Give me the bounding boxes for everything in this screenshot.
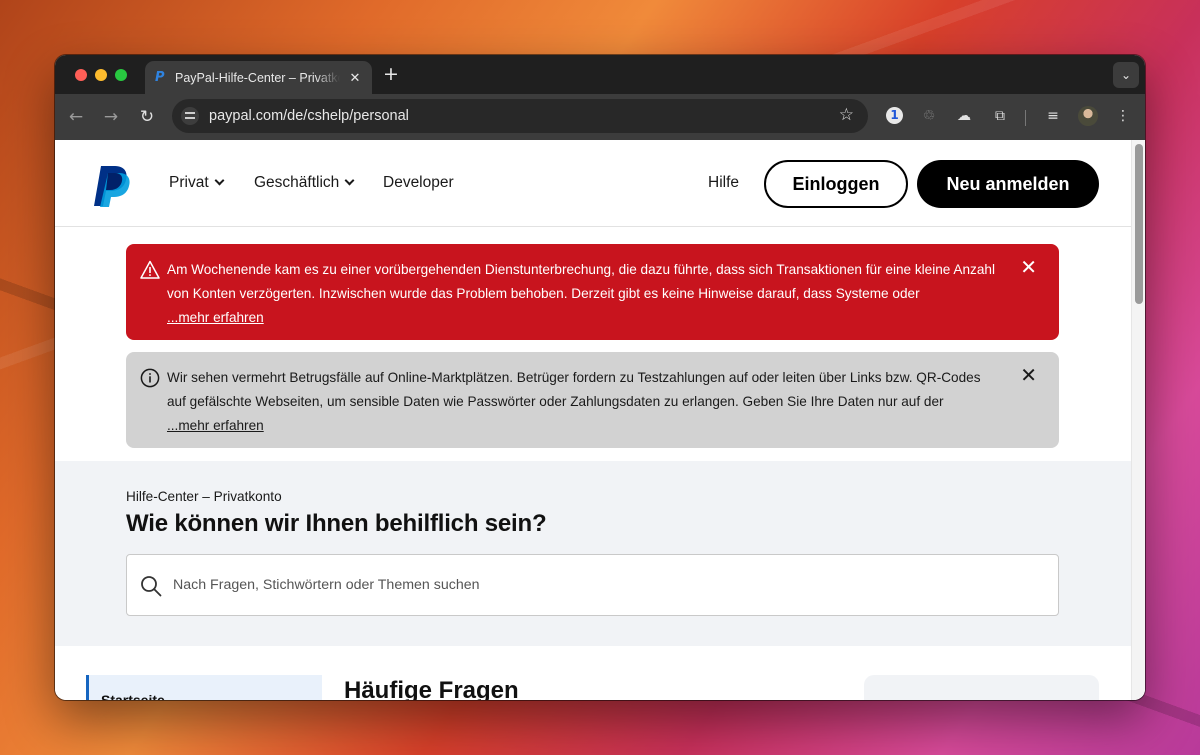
signup-button[interactable]: Neu anmelden (917, 160, 1099, 208)
nav-developer-link[interactable]: Developer (383, 174, 454, 192)
paypal-logo-icon[interactable] (93, 164, 133, 208)
site-header: Privat Geschäftlich Developer Hilfe Einl… (55, 140, 1131, 227)
close-window-button[interactable] (75, 69, 87, 81)
paypal-favicon-icon: P (155, 69, 165, 85)
extensions-puzzle-icon[interactable]: ⧉ (990, 106, 1010, 126)
learn-more-link[interactable]: ...mehr erfahren (167, 310, 264, 325)
nav-geschaeftlich-label: Geschäftlich (254, 174, 340, 191)
page-viewport: Privat Geschäftlich Developer Hilfe Einl… (55, 140, 1145, 700)
fraud-warning-alert: Wir sehen vermehrt Betrugsfälle auf Onli… (126, 352, 1059, 448)
reading-list-icon[interactable]: ≡ (1043, 106, 1063, 126)
close-icon[interactable]: ✕ (1020, 364, 1037, 386)
tab-close-icon[interactable]: ✕ (348, 70, 362, 86)
info-circle-icon (140, 368, 160, 388)
nav-geschaeftlich-dropdown[interactable]: Geschäftlich (254, 174, 355, 192)
sidebar-nav: Startseite (86, 675, 322, 700)
service-disruption-alert: Am Wochenende kam es zu einer vorübergeh… (126, 244, 1059, 340)
fullscreen-window-button[interactable] (115, 69, 127, 81)
search-icon (141, 576, 162, 597)
browser-menu-icon[interactable]: ⋮ (1113, 106, 1133, 126)
nav-privat-dropdown[interactable]: Privat (169, 174, 225, 192)
forward-arrow-icon[interactable]: → (100, 106, 122, 128)
reload-icon[interactable]: ↻ (136, 106, 158, 128)
tab-strip: P PayPal-Hilfe-Center – Privatkonto ✕ + … (55, 55, 1145, 94)
toolbar-divider (1025, 110, 1026, 126)
sidebar-item-startseite[interactable]: Startseite (101, 692, 165, 700)
side-card (864, 675, 1099, 700)
browser-tab-active[interactable]: P PayPal-Hilfe-Center – Privatkonto ✕ (145, 61, 372, 94)
login-button[interactable]: Einloggen (764, 160, 908, 208)
address-bar[interactable]: paypal.com/de/cshelp/personal ☆ (172, 99, 868, 133)
chevron-down-icon (214, 175, 225, 186)
tab-title: PayPal-Hilfe-Center – Privatkonto (175, 70, 340, 85)
url-text[interactable]: paypal.com/de/cshelp/personal (209, 108, 409, 124)
browser-window: P PayPal-Hilfe-Center – Privatkonto ✕ + … (55, 55, 1145, 700)
cloud-extension-icon[interactable]: ☁ (954, 106, 974, 126)
help-link[interactable]: Hilfe (708, 174, 739, 192)
learn-more-link[interactable]: ...mehr erfahren (167, 418, 264, 433)
browser-toolbar: ← → ↻ paypal.com/de/cshelp/personal ☆ 1 … (55, 94, 1145, 140)
bookmark-star-icon[interactable]: ☆ (839, 105, 854, 125)
page-scrollbar[interactable] (1131, 140, 1145, 700)
alert-message: Am Wochenende kam es zu einer vorübergeh… (167, 262, 995, 301)
warning-triangle-icon (140, 260, 160, 279)
breadcrumb: Hilfe-Center – Privatkonto (126, 489, 282, 504)
search-box[interactable] (126, 554, 1059, 616)
help-hero-section: Hilfe-Center – Privatkonto Wie können wi… (55, 461, 1131, 646)
minimize-window-button[interactable] (95, 69, 107, 81)
nav-privat-label: Privat (169, 174, 209, 191)
password-manager-extension-icon[interactable]: 1 (886, 107, 903, 124)
close-icon[interactable]: ✕ (1020, 256, 1037, 278)
nav-developer-label: Developer (383, 174, 454, 191)
alert-message: Wir sehen vermehrt Betrugsfälle auf Onli… (167, 370, 981, 409)
page-title: Wie können wir Ihnen behilflich sein? (126, 510, 547, 537)
faq-heading: Häufige Fragen (344, 677, 519, 700)
scrollbar-thumb[interactable] (1135, 144, 1143, 304)
new-tab-button[interactable]: + (383, 63, 399, 85)
site-settings-icon[interactable] (181, 107, 199, 125)
back-arrow-icon[interactable]: ← (65, 106, 87, 128)
tab-search-button[interactable]: ⌄ (1113, 62, 1139, 88)
chevron-down-icon (344, 175, 355, 186)
recycle-extension-icon[interactable]: ♲ (919, 106, 939, 126)
search-input[interactable] (173, 555, 1033, 615)
profile-avatar[interactable] (1078, 106, 1098, 126)
